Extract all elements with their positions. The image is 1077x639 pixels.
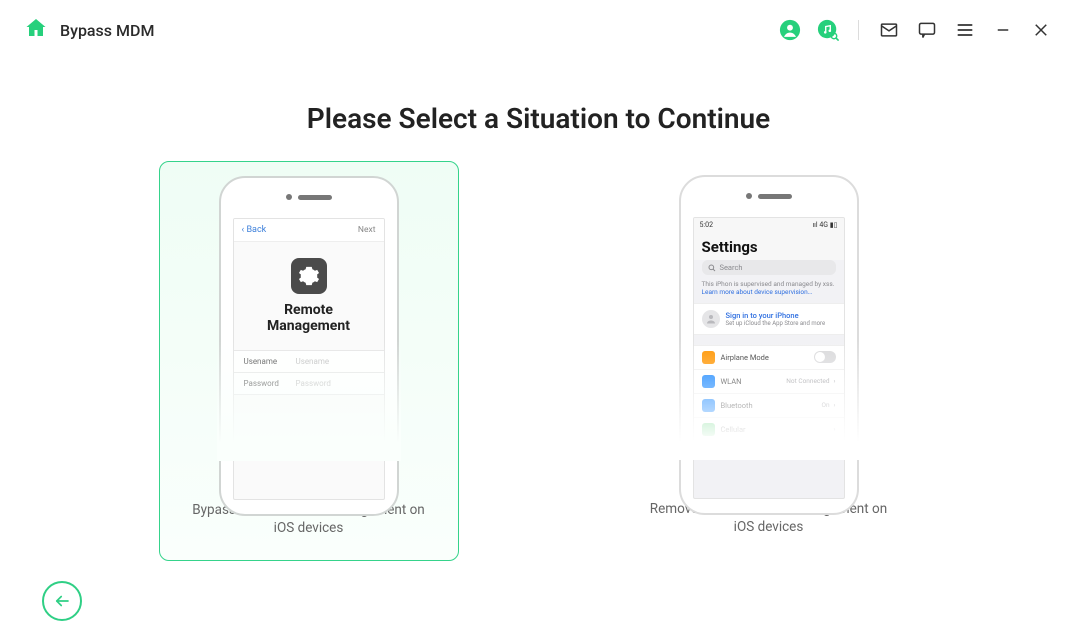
titlebar-left: Bypass MDM bbox=[24, 16, 154, 44]
option-bypass-mdm[interactable]: ‹ Back Next Remote Management bbox=[159, 161, 459, 561]
titlebar-right bbox=[778, 18, 1053, 42]
remote-management-title: Remote Management bbox=[234, 302, 384, 334]
password-row: Password Password bbox=[234, 372, 384, 395]
row-airplane: Airplane Mode bbox=[694, 345, 844, 369]
supervision-note: This iPhon is supervised and managed by … bbox=[694, 281, 844, 303]
phone-illustration-remove: 5:02 ııl 4G ▮▯ Settings Search This iPho… bbox=[679, 175, 859, 460]
main-content: Please Select a Situation to Continue ‹ … bbox=[0, 102, 1077, 561]
back-button[interactable] bbox=[42, 581, 82, 621]
signin-row: Sign in to your iPhone Set up iCloud the… bbox=[694, 303, 844, 335]
titlebar-separator bbox=[858, 20, 859, 40]
music-search-icon[interactable] bbox=[816, 18, 840, 42]
option-remove-mdm[interactable]: 5:02 ııl 4G ▮▯ Settings Search This iPho… bbox=[619, 161, 919, 561]
toggle-icon bbox=[814, 351, 836, 363]
app-title: Bypass MDM bbox=[60, 21, 154, 40]
row-wlan: WLAN Not Connected › bbox=[694, 369, 844, 393]
minimize-icon[interactable] bbox=[991, 18, 1015, 42]
settings-title: Settings bbox=[694, 232, 844, 260]
wifi-icon bbox=[702, 375, 715, 388]
row-bluetooth: Bluetooth On › bbox=[694, 393, 844, 417]
cellular-icon bbox=[702, 423, 715, 436]
home-icon[interactable] bbox=[24, 16, 48, 44]
menu-icon[interactable] bbox=[953, 18, 977, 42]
titlebar: Bypass MDM bbox=[0, 0, 1077, 60]
page-heading: Please Select a Situation to Continue bbox=[24, 102, 1053, 135]
username-row: Usename Usename bbox=[234, 350, 384, 372]
gear-icon bbox=[234, 258, 384, 294]
airplane-icon bbox=[702, 351, 715, 364]
close-icon[interactable] bbox=[1029, 18, 1053, 42]
mail-icon[interactable] bbox=[877, 18, 901, 42]
feedback-icon[interactable] bbox=[915, 18, 939, 42]
status-bar: 5:02 ııl 4G ▮▯ bbox=[694, 218, 844, 232]
bluetooth-icon bbox=[702, 399, 715, 412]
next-label: Next bbox=[358, 225, 376, 235]
row-cellular: Cellular › bbox=[694, 417, 844, 442]
user-icon[interactable] bbox=[778, 18, 802, 42]
option-row: ‹ Back Next Remote Management bbox=[24, 161, 1053, 561]
phone-illustration-bypass: ‹ Back Next Remote Management bbox=[219, 176, 399, 461]
avatar-icon bbox=[702, 310, 720, 328]
back-label: ‹ Back bbox=[242, 225, 267, 235]
settings-search: Search bbox=[702, 260, 836, 275]
